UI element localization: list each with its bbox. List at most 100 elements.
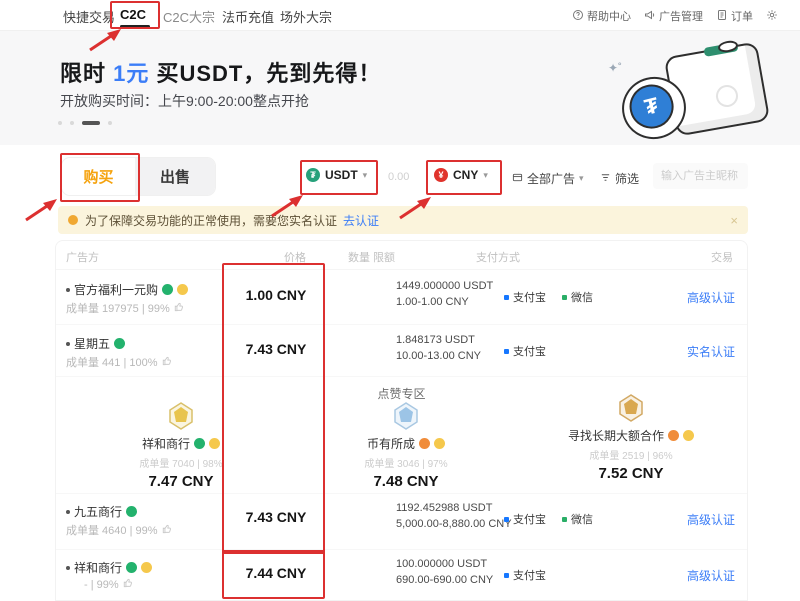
fiat-selector-label: CNY: [453, 168, 478, 182]
orders-button[interactable]: 订单: [716, 8, 753, 24]
warning-dot-icon: [68, 215, 78, 225]
price-value: 1.00 CNY: [226, 287, 326, 303]
carousel-dot-active[interactable]: [82, 121, 100, 125]
order-stats-label: 成单量 4640 | 99%: [66, 522, 158, 538]
alipay-dot-icon: [504, 295, 509, 300]
go-verify-link[interactable]: 去认证: [343, 212, 379, 229]
thumb-up-icon: [174, 302, 184, 315]
trade-action-link[interactable]: 高级认证: [687, 511, 735, 528]
col-header-payment: 支付方式: [476, 249, 520, 265]
featured-merchant-stats: 成单量 7040 | 98%: [91, 455, 271, 470]
ad-management-button[interactable]: 广告管理: [644, 8, 703, 24]
thumb-up-icon: [123, 578, 133, 591]
orders-label: 订单: [731, 8, 753, 24]
advertiser-name[interactable]: 九五商行: [66, 503, 137, 520]
wechat-dot-icon: [562, 295, 567, 300]
col-header-advertiser: 广告方: [66, 249, 99, 265]
kyc-notice-bar: 为了保障交易功能的正常使用，需要您实名认证 去认证 ×: [58, 206, 748, 234]
carousel-dot[interactable]: [70, 121, 74, 125]
advertiser-stats: 成单量 4640 | 99%: [66, 522, 172, 538]
table-row[interactable]: 祥和商行 - | 99% 7.44 CNY 100.000000 USDT 69…: [56, 549, 747, 601]
merchant-badge-icon: [419, 438, 430, 449]
gem-badge-silver-icon: [316, 401, 496, 431]
payment-method: 微信: [562, 511, 593, 527]
available-amount: 1.848173 USDT: [396, 334, 475, 346]
merchant-name-label: 寻找长期大额合作: [568, 427, 664, 444]
trade-action-link[interactable]: 高级认证: [687, 567, 735, 584]
help-center-button[interactable]: 帮助中心: [572, 8, 631, 24]
trade-action-link[interactable]: 实名认证: [687, 343, 735, 360]
cny-icon: ¥: [434, 168, 448, 182]
featured-card[interactable]: 祥和商行 成单量 7040 | 98% 7.47 CNY: [91, 401, 271, 490]
advertiser-name[interactable]: 星期五: [66, 335, 125, 352]
advertiser-search-input[interactable]: 输入广告主昵称: [653, 163, 748, 189]
coin-selector-label: USDT: [325, 168, 358, 182]
payment-method: 支付宝: [504, 289, 546, 305]
close-icon[interactable]: ×: [730, 213, 738, 228]
usdt-coin-face: ₮: [625, 80, 678, 133]
gear-icon: [766, 9, 778, 24]
nav-item-c2c-block[interactable]: C2C大宗: [163, 7, 215, 26]
nav-item-express-trade[interactable]: 快捷交易: [63, 7, 115, 26]
tab-buy[interactable]: 购买: [62, 158, 135, 195]
trade-action-link[interactable]: 高级认证: [687, 289, 735, 306]
order-limit: 5,000.00-8,880.00 CNY: [396, 518, 512, 530]
settings-button[interactable]: [766, 9, 778, 24]
order-stats-label: 成单量 441 | 100%: [66, 354, 158, 370]
price-value: 7.43 CNY: [226, 509, 326, 525]
table-header: 广告方 价格 数量 限额 支付方式 交易: [56, 241, 747, 270]
thumb-up-icon: [162, 524, 172, 537]
all-ads-dropdown[interactable]: 全部广告 ▾: [512, 170, 584, 187]
advertiser-name[interactable]: 祥和商行: [66, 559, 152, 576]
kyc-notice-text: 为了保障交易功能的正常使用，需要您实名认证: [85, 212, 337, 229]
payment-methods: 支付宝: [504, 343, 546, 359]
featured-price: 7.47 CNY: [91, 473, 271, 490]
buy-sell-segmented-control: 购买 出售: [62, 158, 215, 195]
featured-card[interactable]: 币有所成 成单量 3046 | 97% 7.48 CNY: [316, 401, 496, 490]
available-amount: 100.000000 USDT: [396, 558, 487, 570]
advertiser-name[interactable]: 官方福利一元购: [66, 281, 188, 298]
carousel-dot[interactable]: [108, 121, 112, 125]
price-value: 7.43 CNY: [226, 341, 326, 357]
banner-subtitle: 开放购买时间：上午9:00-20:00整点开抢: [60, 91, 309, 111]
merchant-badge-icon: [668, 430, 679, 441]
advertiser-name-label: 祥和商行: [74, 559, 122, 576]
advertiser-stats: 成单量 441 | 100%: [66, 354, 172, 370]
carousel-dot[interactable]: [58, 121, 62, 125]
nav-item-fiat-deposit[interactable]: 法币充值: [222, 7, 274, 26]
merchant-name-label: 祥和商行: [142, 435, 190, 452]
alipay-dot-icon: [504, 573, 509, 578]
annotation-arrow-buy: [22, 196, 60, 222]
featured-merchant-name: 祥和商行: [91, 435, 271, 452]
payment-method: 支付宝: [504, 567, 546, 583]
featured-merchant-name: 寻找长期大额合作: [541, 427, 721, 444]
banner-title-highlight: 1元: [113, 61, 149, 86]
filter-label: 筛选: [615, 170, 639, 187]
featured-card[interactable]: 寻找长期大额合作 成单量 2519 | 96% 7.52 CNY: [541, 393, 721, 482]
merchant-badge-icon: [434, 438, 445, 449]
table-row[interactable]: 九五商行 成单量 4640 | 99% 7.43 CNY 1192.452988…: [56, 493, 747, 550]
verified-badge-icon: [194, 438, 205, 449]
payment-label: 微信: [571, 511, 593, 527]
table-row[interactable]: 星期五 成单量 441 | 100% 7.43 CNY 1.848173 USD…: [56, 325, 747, 377]
megaphone-icon: [644, 9, 656, 24]
chevron-down-icon: ▾: [483, 170, 488, 181]
coin-selector[interactable]: ₮ USDT ▾: [306, 168, 367, 182]
payment-methods: 支付宝 微信: [504, 511, 593, 527]
nav-item-otc-block[interactable]: 场外大宗: [280, 7, 332, 26]
top-nav: 快捷交易 C2C C2C大宗 法币充值 场外大宗 帮助中心 广告管理: [0, 0, 800, 31]
featured-merchant-stats: 成单量 2519 | 96%: [541, 447, 721, 462]
order-list-icon: [716, 9, 728, 24]
order-stats-label: - | 99%: [84, 579, 119, 591]
verified-badge-icon: [126, 562, 137, 573]
tab-sell[interactable]: 出售: [135, 158, 215, 195]
filter-button[interactable]: 筛选: [600, 170, 639, 187]
payment-label: 支付宝: [513, 343, 546, 359]
table-row[interactable]: 官方福利一元购 成单量 197975 | 99% 1.00 CNY 1449.0…: [56, 271, 747, 325]
fiat-selector[interactable]: ¥ CNY ▾: [434, 168, 488, 182]
amount-input[interactable]: 0.00: [388, 171, 409, 183]
carousel-dots[interactable]: [58, 121, 112, 125]
available-amount: 1192.452988 USDT: [396, 502, 492, 514]
chevron-down-icon: ▾: [579, 173, 584, 184]
nav-item-c2c[interactable]: C2C: [120, 7, 146, 22]
